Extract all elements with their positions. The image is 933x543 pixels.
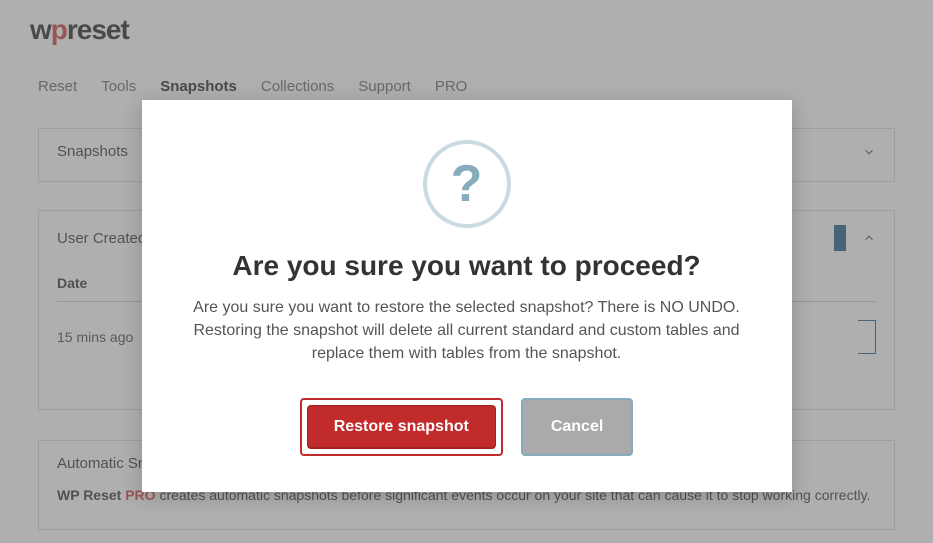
restore-button-highlight: Restore snapshot	[300, 398, 503, 456]
confirm-modal: ? Are you sure you want to proceed? Are …	[142, 100, 792, 492]
question-icon: ?	[423, 140, 511, 228]
modal-title: Are you sure you want to proceed?	[182, 250, 752, 282]
cancel-button[interactable]: Cancel	[521, 398, 633, 456]
modal-text: Are you sure you want to restore the sel…	[182, 296, 752, 366]
restore-snapshot-button[interactable]: Restore snapshot	[307, 405, 496, 449]
